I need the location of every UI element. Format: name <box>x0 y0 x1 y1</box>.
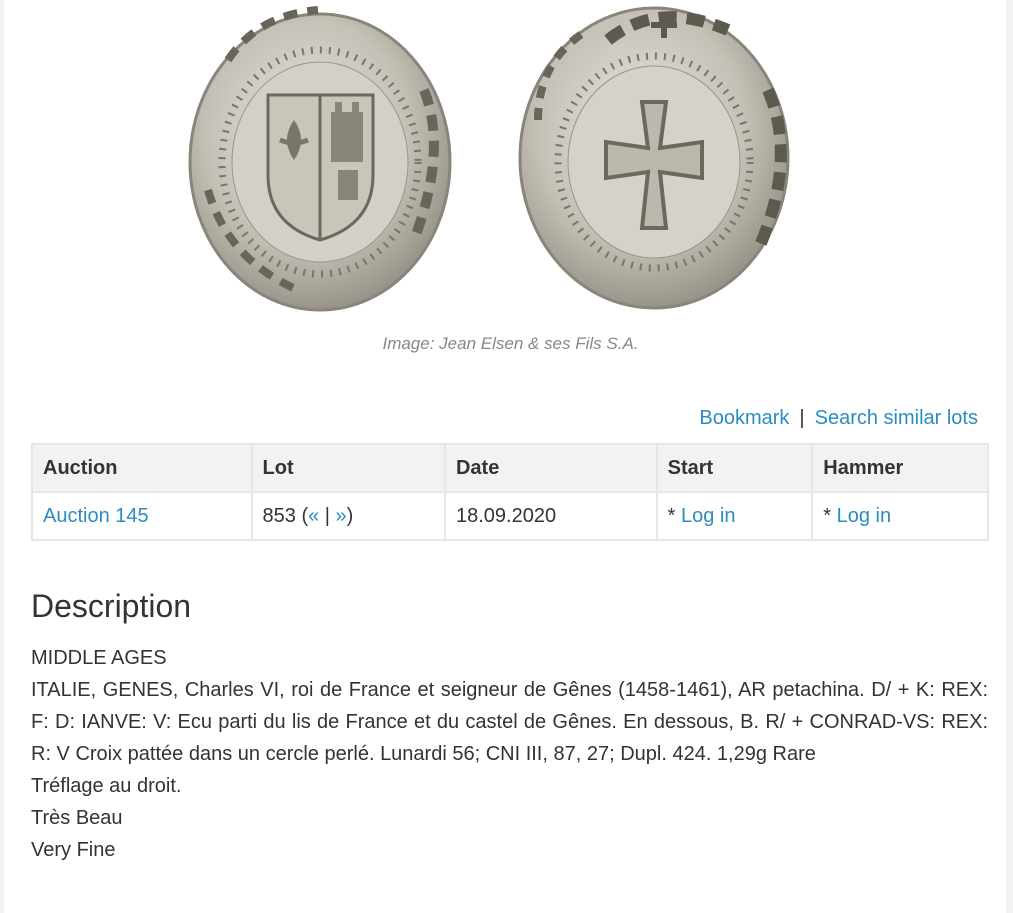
hammer-prefix: * <box>823 504 837 527</box>
description-heading: Description <box>31 588 192 624</box>
column-header-date: Date <box>443 443 658 493</box>
cell-start: * Log in <box>655 491 814 541</box>
column-header-lot: Lot <box>250 443 446 493</box>
description-line: MIDDLE AGES <box>31 647 167 669</box>
cell-date: 18.09.2020 <box>443 491 658 541</box>
cell-hammer: * Log in <box>811 491 989 541</box>
lot-actions: Bookmark | Search similar lots <box>699 407 978 430</box>
description-line: Très Beau <box>31 807 123 829</box>
lot-number: 853 ( <box>262 504 309 527</box>
next-lot-link[interactable]: » <box>336 505 347 527</box>
cell-auction: Auction 145 <box>31 491 253 541</box>
description-line: Very Fine <box>31 839 116 861</box>
image-caption: Image: Jean Elsen & ses Fils S.A. <box>382 334 639 353</box>
coin-obverse-icon <box>188 6 452 312</box>
cell-lot: 853 (« | ») <box>250 491 446 541</box>
previous-lot-link[interactable]: « <box>308 505 319 527</box>
start-prefix: * <box>667 504 681 527</box>
description-body: MIDDLE AGES ITALIE, GENES, Charles VI, r… <box>31 642 988 866</box>
coin-reverse-icon <box>518 6 790 310</box>
lot-close-paren: ) <box>346 504 354 527</box>
auction-link[interactable]: Auction 145 <box>43 505 149 527</box>
coin-image[interactable] <box>188 0 828 320</box>
actions-separator: | <box>799 407 805 429</box>
column-header-auction: Auction <box>31 443 253 493</box>
table-row: Auction 145 853 (« | ») 18.09.2020 * Log… <box>31 491 989 541</box>
bookmark-link[interactable]: Bookmark <box>699 407 789 429</box>
column-header-hammer: Hammer <box>811 443 989 493</box>
page: Image: Jean Elsen & ses Fils S.A. Bookma… <box>4 0 1006 913</box>
description-line: Tréflage au droit. <box>31 775 182 797</box>
lot-nav-separator: | <box>319 504 336 527</box>
lot-table: Auction Lot Date Start Hammer Auction 14… <box>31 443 989 541</box>
table-header-row: Auction Lot Date Start Hammer <box>31 443 989 493</box>
description-line: ITALIE, GENES, Charles VI, roi de France… <box>31 679 988 765</box>
search-similar-lots-link[interactable]: Search similar lots <box>815 407 978 429</box>
start-login-link[interactable]: Log in <box>681 505 736 527</box>
hammer-login-link[interactable]: Log in <box>837 505 892 527</box>
column-header-start: Start <box>655 443 814 493</box>
